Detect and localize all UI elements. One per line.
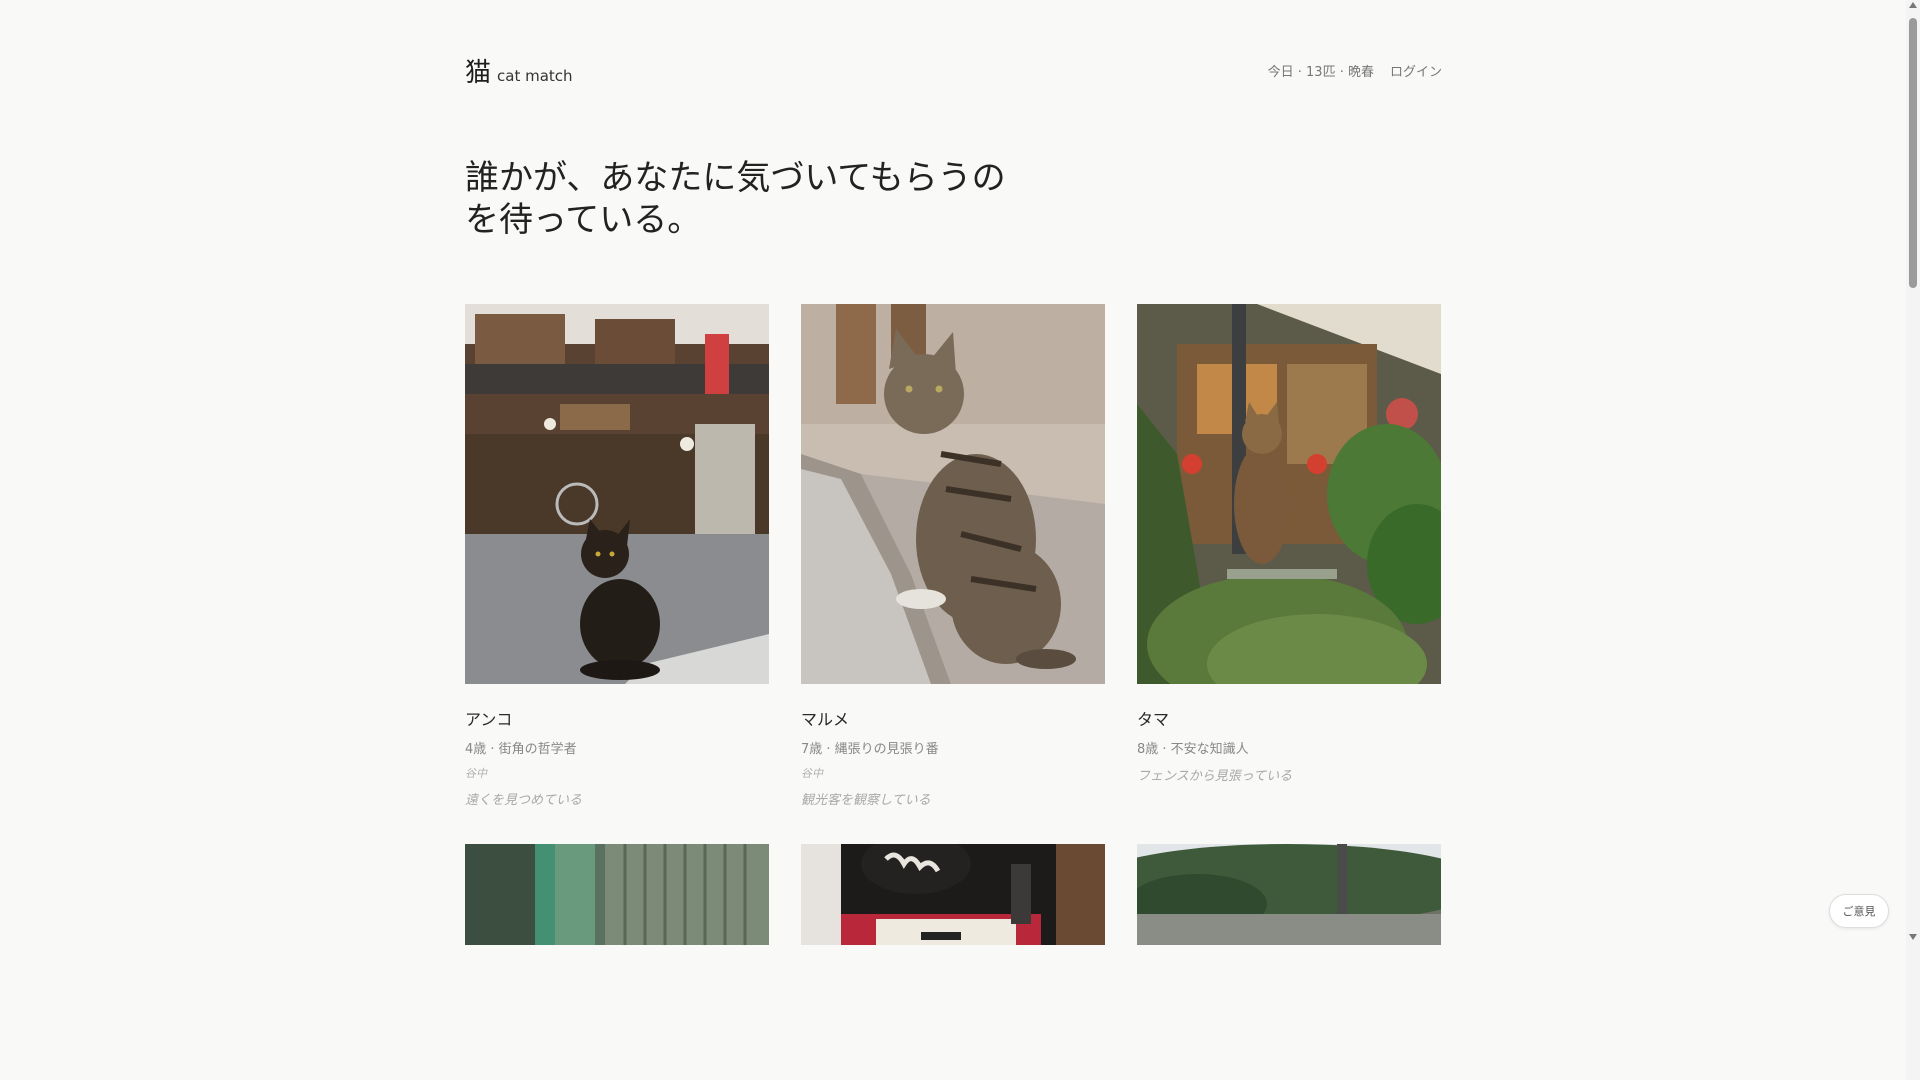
logo-text: cat match <box>497 66 573 85</box>
cat-photo[interactable] <box>465 844 769 945</box>
login-link[interactable]: ログイン <box>1390 61 1442 80</box>
cat-note: 観光客を観察している <box>801 793 931 808</box>
site-header: 猫 cat match 今日 · 13匹 · 晩春 ログイン <box>465 50 1442 90</box>
daily-status: 今日 · 13匹 · 晩春 <box>1267 64 1374 80</box>
logo-mark: 猫 <box>465 57 492 88</box>
feedback-button[interactable]: ご意見 <box>1829 894 1889 928</box>
scroll-up-arrow-icon[interactable] <box>1909 2 1917 8</box>
cat-meta: 4歳 · 街角の哲学者 <box>465 742 577 757</box>
cat-card-row2-3[interactable] <box>1137 844 1441 945</box>
logo[interactable]: 猫 cat match <box>465 52 573 89</box>
cat-place: 谷中 <box>801 767 823 780</box>
cat-photo[interactable] <box>465 304 769 684</box>
hero-line-2: を待っている。 <box>465 200 702 240</box>
cat-note: 遠くを見つめている <box>465 793 583 808</box>
cat-name: マルメ <box>801 710 850 729</box>
cat-meta: 7歳 · 縄張りの見張り番 <box>801 742 939 757</box>
cat-card-row2-2[interactable] <box>801 844 1105 945</box>
cat-photo[interactable] <box>1137 844 1441 945</box>
header-nav: 今日 · 13匹 · 晩春 ログイン <box>1268 61 1442 80</box>
cat-photo[interactable] <box>1137 304 1441 684</box>
scroll-down-arrow-icon[interactable] <box>1909 934 1917 940</box>
scrollbar[interactable] <box>1906 0 1920 1080</box>
scrollbar-thumb[interactable] <box>1909 18 1917 288</box>
hero-line-1: 誰かが、あなたに気づいてもらうの <box>465 158 1006 198</box>
cat-place: 谷中 <box>465 767 487 780</box>
cat-name: タマ <box>1137 710 1170 729</box>
cat-card-tama[interactable]: タマ 8歳 · 不安な知識人 フェンスから見張っている <box>1137 304 1441 784</box>
cat-card-anko[interactable]: アンコ 4歳 · 街角の哲学者 谷中 遠くを見つめている <box>465 304 769 808</box>
cat-note: フェンスから見張っている <box>1137 769 1293 784</box>
hero-heading: 誰かが、あなたに気づいてもらうの を待っている。 <box>465 157 1065 241</box>
cat-card-marume[interactable]: マルメ 7歳 · 縄張りの見張り番 谷中 観光客を観察している <box>801 304 1105 808</box>
cat-photo[interactable] <box>801 304 1105 684</box>
cat-name: アンコ <box>465 710 513 729</box>
cat-card-row2-1[interactable] <box>465 844 769 945</box>
cat-photo[interactable] <box>801 844 1105 945</box>
cat-meta: 8歳 · 不安な知識人 <box>1137 742 1249 757</box>
